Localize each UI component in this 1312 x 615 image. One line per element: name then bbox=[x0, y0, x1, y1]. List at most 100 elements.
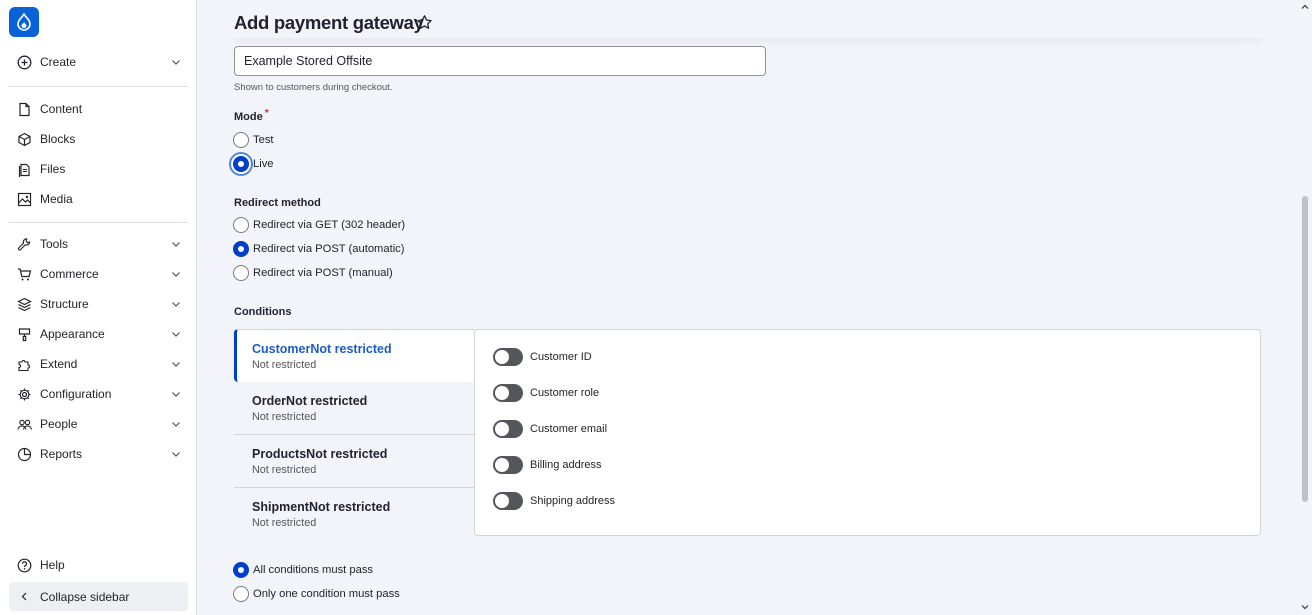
sidebar-item-files[interactable]: Files bbox=[9, 156, 188, 182]
radio-button[interactable] bbox=[233, 241, 249, 257]
sidebar-item-label: Structure bbox=[40, 297, 89, 311]
condition-toggle-shipping-address[interactable]: Shipping address bbox=[493, 492, 615, 510]
radio-label: Test bbox=[253, 134, 274, 146]
radio-label: Redirect via GET (302 header) bbox=[253, 219, 406, 231]
sidebar-item-configuration[interactable]: Configuration bbox=[9, 381, 188, 407]
toggle-switch[interactable] bbox=[493, 348, 523, 366]
condition-toggle-customer-id[interactable]: Customer ID bbox=[493, 348, 592, 366]
redirect-option-post-manual[interactable]: Redirect via POST (manual) bbox=[233, 264, 393, 282]
required-marker: * bbox=[264, 108, 269, 119]
tab-products[interactable]: ProductsNot restricted Not restricted bbox=[234, 435, 474, 488]
sidebar-item-label: Configuration bbox=[40, 387, 112, 401]
sidebar-item-tools[interactable]: Tools bbox=[9, 231, 188, 257]
redirect-method-label: Redirect method bbox=[234, 197, 321, 209]
scroll-down-arrow-icon[interactable] bbox=[1301, 603, 1309, 611]
tab-shipment[interactable]: ShipmentNot restricted Not restricted bbox=[234, 488, 474, 541]
sidebar-item-people[interactable]: People bbox=[9, 411, 188, 437]
mode-label: Mode * bbox=[234, 108, 269, 123]
sidebar-item-label: Blocks bbox=[40, 132, 76, 146]
condition-toggle-billing-address[interactable]: Billing address bbox=[493, 456, 602, 474]
tab-summary: Not restricted bbox=[252, 464, 317, 476]
sidebar-item-label: People bbox=[40, 417, 78, 431]
document-icon bbox=[17, 102, 32, 117]
sidebar-item-label: Content bbox=[40, 102, 83, 116]
puzzle-icon bbox=[17, 357, 32, 372]
tab-title: CustomerNot restricted bbox=[252, 342, 392, 356]
radio-button[interactable] bbox=[233, 217, 249, 233]
page-scrollbar[interactable] bbox=[1298, 0, 1312, 615]
mode-label-text: Mode bbox=[234, 111, 263, 123]
pie-chart-icon bbox=[17, 447, 32, 462]
scrollbar-thumb[interactable] bbox=[1302, 196, 1308, 502]
toggle-switch[interactable] bbox=[493, 492, 523, 510]
condition-toggle-customer-role[interactable]: Customer role bbox=[493, 384, 599, 402]
drupal-logo[interactable] bbox=[9, 7, 39, 37]
sidebar-item-label: Commerce bbox=[40, 267, 99, 281]
sidebar-item-help[interactable]: Help bbox=[9, 552, 188, 578]
tab-summary: Not restricted bbox=[252, 517, 317, 529]
tab-customer[interactable]: CustomerNot restricted Not restricted bbox=[234, 329, 474, 382]
radio-button[interactable] bbox=[233, 265, 249, 281]
conditions-panel: Customer ID Customer role Customer email… bbox=[474, 329, 1261, 536]
toggle-label: Billing address bbox=[530, 459, 602, 471]
sidebar-item-content[interactable]: Content bbox=[9, 96, 188, 122]
sidebar-item-blocks[interactable]: Blocks bbox=[9, 126, 188, 152]
chevron-down-icon bbox=[172, 242, 180, 247]
tab-summary: Not restricted bbox=[252, 359, 317, 371]
admin-sidebar: Create Content Blocks Files Media Tools … bbox=[0, 0, 197, 615]
star-icon[interactable] bbox=[416, 14, 433, 31]
sidebar-item-appearance[interactable]: Appearance bbox=[9, 321, 188, 347]
cart-icon bbox=[17, 267, 32, 282]
cube-icon bbox=[17, 132, 32, 147]
mode-option-test[interactable]: Test bbox=[233, 131, 274, 149]
sidebar-divider bbox=[9, 86, 188, 87]
conditions-widget: Customer ID Customer role Customer email… bbox=[234, 329, 1261, 536]
radio-button[interactable] bbox=[233, 132, 249, 148]
toggle-switch[interactable] bbox=[493, 384, 523, 402]
gear-icon bbox=[17, 387, 32, 402]
chevron-left-icon bbox=[17, 589, 32, 604]
display-name-input[interactable] bbox=[234, 46, 766, 76]
plus-circle-icon bbox=[17, 55, 32, 70]
sidebar-item-media[interactable]: Media bbox=[9, 186, 188, 212]
toggle-switch[interactable] bbox=[493, 456, 523, 474]
radio-label: Redirect via POST (automatic) bbox=[253, 243, 405, 255]
radio-label: Only one condition must pass bbox=[253, 588, 400, 600]
radio-button[interactable] bbox=[233, 156, 249, 172]
sidebar-item-label: Extend bbox=[40, 357, 78, 371]
sidebar-item-structure[interactable]: Structure bbox=[9, 291, 188, 317]
redirect-option-get[interactable]: Redirect via GET (302 header) bbox=[233, 216, 405, 234]
chevron-down-icon bbox=[172, 422, 180, 427]
radio-label: Redirect via POST (manual) bbox=[253, 267, 393, 279]
toggle-label: Shipping address bbox=[530, 495, 616, 507]
sidebar-item-extend[interactable]: Extend bbox=[9, 351, 188, 377]
chevron-down-icon bbox=[172, 452, 180, 457]
operator-option-one[interactable]: Only one condition must pass bbox=[233, 585, 400, 603]
main-content: Add payment gateway Shown to customers d… bbox=[198, 0, 1298, 615]
image-icon bbox=[17, 192, 32, 207]
chevron-down-icon bbox=[172, 362, 180, 367]
collapse-sidebar-button[interactable]: Collapse sidebar bbox=[9, 582, 188, 611]
radio-button[interactable] bbox=[233, 562, 249, 578]
toggle-label: Customer role bbox=[530, 387, 600, 399]
chevron-down-icon bbox=[172, 60, 180, 65]
tab-order[interactable]: OrderNot restricted Not restricted bbox=[234, 382, 474, 435]
drupal-drop-icon bbox=[17, 13, 31, 31]
sidebar-item-reports[interactable]: Reports bbox=[9, 441, 188, 467]
tab-title: OrderNot restricted bbox=[252, 394, 368, 408]
chevron-down-icon bbox=[172, 302, 180, 307]
redirect-option-post-automatic[interactable]: Redirect via POST (automatic) bbox=[233, 240, 405, 258]
page-title: Add payment gateway bbox=[234, 12, 424, 33]
sidebar-item-label: Tools bbox=[40, 237, 69, 251]
layers-icon bbox=[17, 297, 32, 312]
sidebar-item-label: Create bbox=[40, 55, 77, 69]
mode-option-live[interactable]: Live bbox=[233, 155, 274, 173]
scroll-up-arrow-icon[interactable] bbox=[1301, 3, 1309, 11]
condition-toggle-customer-email[interactable]: Customer email bbox=[493, 420, 607, 438]
sidebar-item-commerce[interactable]: Commerce bbox=[9, 261, 188, 287]
operator-option-all[interactable]: All conditions must pass bbox=[233, 561, 373, 579]
toggle-switch[interactable] bbox=[493, 420, 523, 438]
tab-title: ShipmentNot restricted bbox=[252, 500, 391, 514]
radio-button[interactable] bbox=[233, 586, 249, 602]
sidebar-item-create[interactable]: Create bbox=[9, 49, 188, 75]
